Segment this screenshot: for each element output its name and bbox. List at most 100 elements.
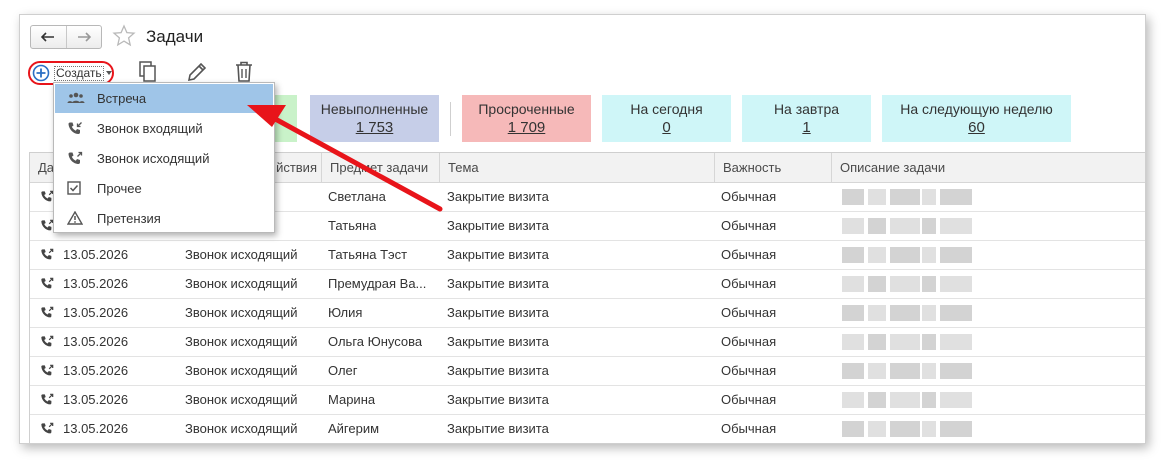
favorite-star-icon[interactable] [112, 24, 136, 48]
cell-subject: Ольга Юнусова [328, 334, 423, 349]
filter-overdue-count[interactable]: 1 709 [462, 119, 591, 136]
cell-date: 13.05.2026 [63, 276, 129, 291]
filter-today[interactable]: На сегодня 0 [602, 95, 731, 142]
cell-description-blurred [842, 276, 972, 292]
cell-subject: Юлия [328, 305, 363, 320]
cell-description-blurred [842, 334, 972, 350]
column-theme[interactable]: Тема [440, 153, 715, 182]
column-description[interactable]: Описание задачи [832, 153, 1145, 182]
checkbox-icon [67, 181, 81, 195]
nav-buttons [30, 25, 102, 49]
cell-theme: Закрытие визита [447, 218, 549, 233]
copy-icon[interactable] [138, 61, 158, 83]
cell-theme: Закрытие визита [447, 421, 549, 436]
phone-outgoing-icon [40, 393, 54, 407]
phone-outgoing-icon [40, 219, 54, 233]
menu-item-other[interactable]: Прочее [55, 174, 273, 203]
cell-theme: Закрытие визита [447, 189, 549, 204]
tasks-window: Задачи Создать Невыполненные 1 753 Проср… [19, 14, 1146, 444]
cell-subject: Олег [328, 363, 358, 378]
cell-action: Звонок исходящий [185, 247, 298, 262]
page-title: Задачи [146, 27, 204, 46]
menu-item-claim[interactable]: Претензия [55, 204, 273, 233]
table-row[interactable]: 13.05.2026 Звонок исходящий Айгерим Закрыти… [30, 415, 1145, 443]
phone-outgoing-icon [68, 151, 83, 164]
cell-importance: Обычная [721, 218, 777, 233]
menu-item-incoming-call[interactable]: Звонок входящий [55, 114, 273, 143]
filter-tomorrow-count[interactable]: 1 [742, 119, 871, 136]
menu-item-label: Звонок исходящий [97, 151, 210, 166]
cell-theme: Закрытие визита [447, 392, 549, 407]
cell-description-blurred [842, 421, 972, 437]
cell-theme: Закрытие визита [447, 276, 549, 291]
cell-description-blurred [842, 189, 972, 205]
back-button[interactable] [31, 26, 66, 48]
cell-importance: Обычная [721, 276, 777, 291]
arrow-left-icon [41, 32, 55, 42]
filter-next-week[interactable]: На следующую неделю 60 [882, 95, 1071, 142]
table-row[interactable]: 13.05.2026 Звонок исходящий Татьяна Тэст За… [30, 241, 1145, 270]
filter-tomorrow[interactable]: На завтра 1 [742, 95, 871, 142]
menu-item-label: Звонок входящий [97, 121, 203, 136]
cell-date: 13.05.2026 [63, 305, 129, 320]
menu-item-label: Встреча [97, 91, 147, 106]
filter-overdue-label: Просроченные [478, 101, 575, 117]
cell-subject: Марина [328, 392, 376, 407]
cell-description-blurred [842, 392, 972, 408]
cell-date: 13.05.2026 [63, 363, 129, 378]
phone-outgoing-icon [40, 335, 54, 349]
arrow-right-icon [77, 32, 91, 42]
column-importance[interactable]: Важность [715, 153, 832, 182]
filter-today-count[interactable]: 0 [602, 119, 731, 136]
cell-action: Звонок исходящий [185, 421, 298, 436]
cell-importance: Обычная [721, 334, 777, 349]
filter-incomplete-label: Невыполненные [320, 101, 429, 117]
table-row[interactable]: 13.05.2026 Звонок исходящий Премудрая Ва..… [30, 270, 1145, 299]
column-subject[interactable]: Предмет задачи [322, 153, 440, 182]
create-dropdown-menu: Встреча Звонок входящий Звонок исходящий… [53, 82, 275, 233]
cell-importance: Обычная [721, 189, 777, 204]
cell-date: 13.05.2026 [63, 334, 129, 349]
cell-action: Звонок исходящий [185, 276, 298, 291]
filter-next-week-count[interactable]: 60 [882, 119, 1071, 136]
create-button-label: Создать [54, 66, 104, 81]
menu-item-label: Прочее [97, 181, 142, 196]
menu-item-meeting[interactable]: Встреча [55, 84, 273, 113]
cell-subject: Светлана [328, 189, 386, 204]
cell-description-blurred [842, 218, 972, 234]
phone-outgoing-icon [40, 190, 54, 204]
menu-item-outgoing-call[interactable]: Звонок исходящий [55, 144, 273, 173]
cell-theme: Закрытие визита [447, 247, 549, 262]
delete-trash-icon[interactable] [235, 61, 253, 83]
edit-pencil-icon[interactable] [186, 61, 208, 83]
menu-item-label: Претензия [97, 211, 161, 226]
cell-importance: Обычная [721, 363, 777, 378]
cell-subject: Татьяна [328, 218, 377, 233]
people-icon [67, 92, 85, 103]
phone-outgoing-icon [40, 364, 54, 378]
table-row[interactable]: 13.05.2026 Звонок исходящий Ольга Юнусова З… [30, 328, 1145, 357]
plus-circle-icon [32, 64, 50, 82]
cell-date: 13.05.2026 [63, 247, 129, 262]
phone-incoming-icon [68, 122, 82, 134]
cell-importance: Обычная [721, 392, 777, 407]
table-row[interactable]: 13.05.2026 Звонок исходящий Олег Закрытие в… [30, 357, 1145, 386]
filter-incomplete-count[interactable]: 1 753 [310, 119, 439, 136]
cell-date: 13.05.2026 [63, 392, 129, 407]
filter-tomorrow-label: На завтра [773, 101, 840, 117]
phone-outgoing-icon [40, 248, 54, 262]
cell-subject: Премудрая Ва... [328, 276, 427, 291]
table-row[interactable]: 13.05.2026 Звонок исходящий Марина Закрытие… [30, 386, 1145, 415]
cell-action: Звонок исходящий [185, 305, 298, 320]
filter-overdue[interactable]: Просроченные 1 709 [462, 95, 591, 142]
cell-importance: Обычная [721, 421, 777, 436]
cell-subject: Айгерим [328, 421, 380, 436]
forward-button[interactable] [65, 26, 102, 48]
cell-action: Звонок исходящий [185, 392, 298, 407]
cell-date: 13.05.2026 [63, 421, 129, 436]
cell-description-blurred [842, 305, 972, 321]
filter-incomplete[interactable]: Невыполненные 1 753 [310, 95, 439, 142]
phone-outgoing-icon [40, 422, 54, 436]
table-row[interactable]: 13.05.2026 Звонок исходящий Юлия Закрытие в… [30, 299, 1145, 328]
cell-importance: Обычная [721, 305, 777, 320]
